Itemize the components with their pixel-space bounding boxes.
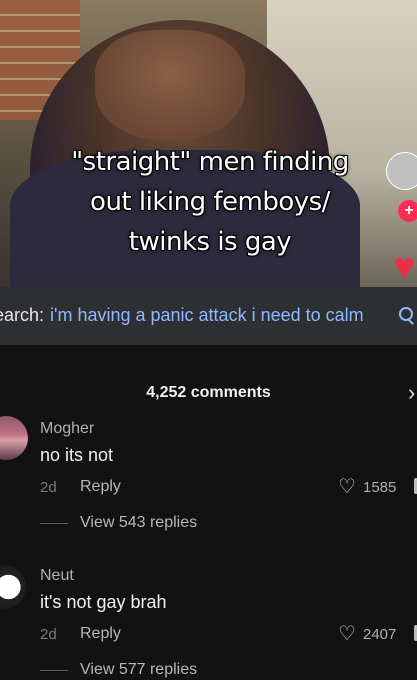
comment-date: 2d [40,479,57,496]
reply-button[interactable]: Reply [80,478,121,496]
reply-button[interactable]: Reply [80,625,121,643]
heart-outline-icon[interactable]: ♡ [338,477,356,497]
comment-username[interactable]: Neut [40,567,74,585]
search-suggestion-bar[interactable]: earch:i'm having a panic attack i need t… [0,287,417,345]
search-suggestion[interactable]: earch:i'm having a panic attack i need t… [0,305,364,326]
creator-avatar[interactable] [386,152,417,190]
caption-line-1: "straight" men finding [71,147,349,177]
reply-divider [40,523,68,524]
hands-over-face [95,30,245,140]
search-icon[interactable] [399,307,413,321]
close-icon[interactable]: › [408,380,415,406]
view-replies-button[interactable]: View 577 replies [80,661,197,679]
video-player[interactable]: "straight" men finding out liking femboy… [0,0,417,287]
follow-plus-icon[interactable]: + [398,200,417,222]
comment-username[interactable]: Mogher [40,420,94,438]
comment-date: 2d [40,626,57,643]
like-heart-icon[interactable]: ♥ [393,248,416,286]
search-prefix: earch: [0,305,45,325]
comments-count: 4,252 comments [146,384,271,401]
like-count: 2407 [363,626,397,643]
caption-line-3: twinks is gay [128,227,292,257]
video-caption: "straight" men finding out liking femboy… [40,142,380,262]
caption-line-2: out liking femboys/ [90,187,330,217]
view-replies-button[interactable]: View 543 replies [80,514,197,532]
reply-divider [40,670,68,671]
search-query[interactable]: i'm having a panic attack i need to calm [50,305,364,325]
comment-text: it's not gay brah [40,592,167,612]
heart-outline-icon[interactable]: ♡ [338,624,356,644]
like-count: 1585 [363,479,397,496]
comment-text: no its not [40,445,114,465]
